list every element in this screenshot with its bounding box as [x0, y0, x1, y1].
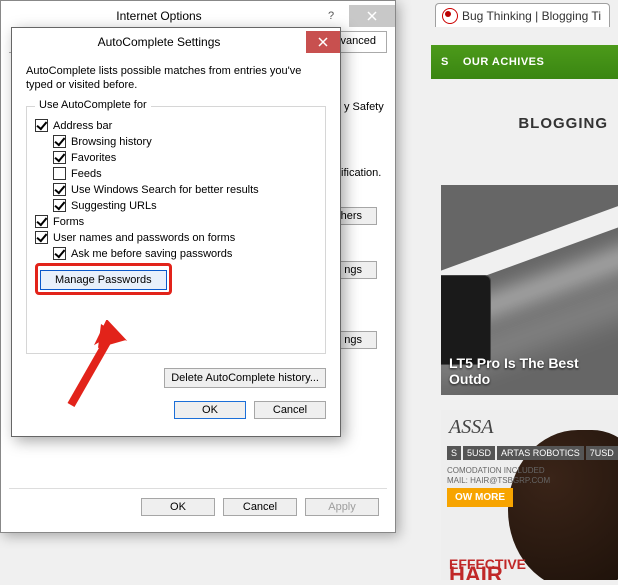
checkbox-icon: [53, 135, 66, 148]
checkbox-icon: [53, 247, 66, 260]
ad-tag: ARTAS ROBOTICS: [497, 446, 584, 460]
sidebar-card-flashlight[interactable]: LT5 Pro Is The Best Outdo: [441, 185, 618, 395]
section-heading: BLOGGING: [518, 115, 608, 132]
nav-item[interactable]: S: [441, 56, 449, 68]
dialog-title: Internet Options: [1, 9, 317, 23]
checkbox-favorites[interactable]: Favorites: [53, 151, 317, 164]
checkbox-icon: [53, 199, 66, 212]
ladybug-icon: [442, 8, 458, 24]
checkbox-label: Ask me before saving passwords: [71, 248, 232, 260]
close-icon: [367, 11, 377, 21]
dialog-title: AutoComplete Settings: [12, 35, 306, 49]
checkbox-feeds[interactable]: Feeds: [53, 167, 317, 180]
checkbox-icon: [53, 167, 66, 180]
checkbox-icon: [53, 183, 66, 196]
cancel-button[interactable]: Cancel: [254, 401, 326, 419]
sidebar-card-hair[interactable]: ASSA S 5USD ARTAS ROBOTICS 7USD COMODATI…: [441, 410, 618, 580]
checkbox-label: User names and passwords on forms: [53, 232, 235, 244]
browser-tab-bar: Bug Thinking | Blogging Ti: [431, 0, 618, 30]
checkbox-icon: [53, 151, 66, 164]
checkbox-address-bar[interactable]: Address bar: [35, 119, 317, 132]
checkbox-usernames-passwords[interactable]: User names and passwords on forms: [35, 231, 317, 244]
ad-cta-button[interactable]: OW MORE: [447, 488, 513, 507]
tab-title: Bug Thinking | Blogging Ti: [462, 9, 601, 23]
partial-text: y Safety: [344, 101, 384, 113]
close-button[interactable]: [306, 31, 340, 53]
checkbox-browsing-history[interactable]: Browsing history: [53, 135, 317, 148]
use-autocomplete-group: Use AutoComplete for Address bar Browsin…: [26, 106, 326, 354]
ok-button[interactable]: OK: [174, 401, 246, 419]
checkbox-label: Use Windows Search for better results: [71, 184, 259, 196]
ad-note: COMODATION INCLUDED: [447, 466, 545, 475]
autocomplete-settings-dialog: AutoComplete Settings AutoComplete lists…: [11, 27, 341, 437]
cancel-button[interactable]: Cancel: [223, 498, 297, 516]
dialog-footer: OK Cancel Apply: [9, 488, 387, 524]
delete-history-button[interactable]: Delete AutoComplete history...: [164, 368, 326, 388]
checkbox-label: Forms: [53, 216, 84, 228]
highlight-box: Manage Passwords: [35, 263, 172, 295]
checkbox-label: Feeds: [71, 168, 102, 180]
checkbox-icon: [35, 119, 48, 132]
checkbox-label: Favorites: [71, 152, 116, 164]
checkbox-forms[interactable]: Forms: [35, 215, 317, 228]
nav-item[interactable]: OUR ACHIVES: [463, 56, 545, 68]
checkbox-label: Address bar: [53, 120, 112, 132]
checkbox-icon: [35, 215, 48, 228]
ad-mail: MAIL: HAIR@TSBGRP.COM: [447, 476, 550, 485]
group-legend: Use AutoComplete for: [35, 99, 151, 111]
card-caption: LT5 Pro Is The Best Outdo: [449, 355, 618, 387]
site-nav: S OUR ACHIVES: [431, 45, 618, 79]
ok-button[interactable]: OK: [141, 498, 215, 516]
ad-brand: ASSA: [449, 416, 493, 439]
partial-text: ification.: [341, 167, 381, 179]
ad-tag: 5USD: [463, 446, 495, 460]
ad-tag: 7USD: [586, 446, 618, 460]
dialog-titlebar: AutoComplete Settings: [12, 28, 340, 56]
checkbox-ask-before-saving[interactable]: Ask me before saving passwords: [53, 247, 317, 260]
ad-tags: S 5USD ARTAS ROBOTICS 7USD: [447, 446, 618, 460]
close-button[interactable]: [349, 5, 395, 27]
close-icon: [318, 37, 328, 47]
manage-passwords-button[interactable]: Manage Passwords: [40, 270, 167, 290]
dialog-footer: OK Cancel: [26, 396, 326, 424]
checkbox-windows-search[interactable]: Use Windows Search for better results: [53, 183, 317, 196]
dialog-description: AutoComplete lists possible matches from…: [26, 64, 326, 93]
checkbox-suggesting-urls[interactable]: Suggesting URLs: [53, 199, 317, 212]
apply-button: Apply: [305, 498, 379, 516]
checkbox-label: Suggesting URLs: [71, 200, 157, 212]
browser-tab[interactable]: Bug Thinking | Blogging Ti: [435, 3, 610, 27]
help-button[interactable]: ?: [317, 6, 345, 26]
checkbox-icon: [35, 231, 48, 244]
ad-tag: S: [447, 446, 461, 460]
checkbox-label: Browsing history: [71, 136, 152, 148]
ad-headline2: HAIR: [449, 562, 503, 580]
